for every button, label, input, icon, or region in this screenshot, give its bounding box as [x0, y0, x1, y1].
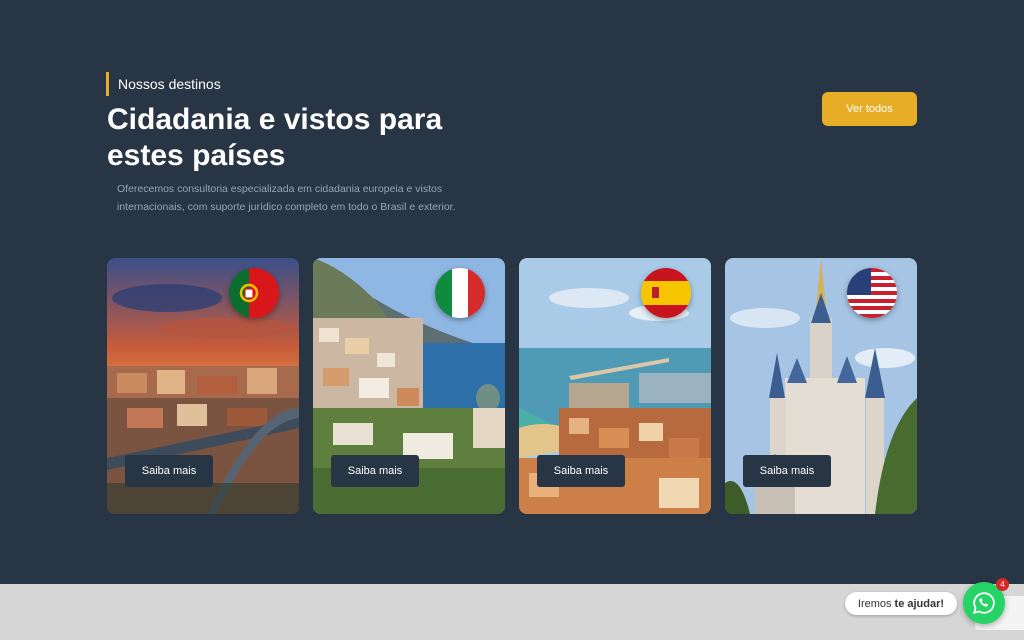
destinations-section: Nossos destinos Cidadania e vistos para … — [0, 0, 1024, 584]
usa-flag-icon — [847, 268, 897, 318]
notification-badge: 4 — [996, 578, 1009, 591]
italy-flag-icon — [435, 268, 485, 318]
section-eyebrow: Nossos destinos — [106, 72, 221, 96]
chat-prompt-text: Iremos — [857, 597, 892, 610]
portugal-flag-icon — [229, 268, 279, 318]
learn-more-button-portugal[interactable]: Saiba mais — [125, 455, 213, 487]
see-all-button[interactable]: Ver todos — [822, 92, 917, 126]
whatsapp-icon — [972, 592, 995, 615]
chat-prompt-bubble[interactable]: Iremos te ajudar! — [845, 592, 957, 615]
learn-more-button-usa[interactable]: Saiba mais — [743, 455, 831, 487]
section-title: Cidadania e vistos para estes países — [107, 103, 443, 172]
destination-card-spain[interactable]: Saiba mais — [519, 258, 711, 514]
spain-flag-icon — [641, 268, 691, 318]
learn-more-button-spain[interactable]: Saiba mais — [537, 455, 625, 487]
destination-card-usa[interactable]: Saiba mais — [725, 258, 917, 514]
learn-more-button-italy[interactable]: Saiba mais — [331, 455, 419, 487]
destination-card-italy[interactable]: Saiba mais — [313, 258, 505, 514]
destination-cards: Saiba mais Saiba mais Saiba mais Saiba m… — [107, 258, 917, 514]
section-description: Oferecemos consultoria especializada em … — [117, 183, 456, 213]
chat-prompt-bold: te ajudar! — [894, 597, 945, 610]
destination-card-portugal[interactable]: Saiba mais — [107, 258, 299, 514]
